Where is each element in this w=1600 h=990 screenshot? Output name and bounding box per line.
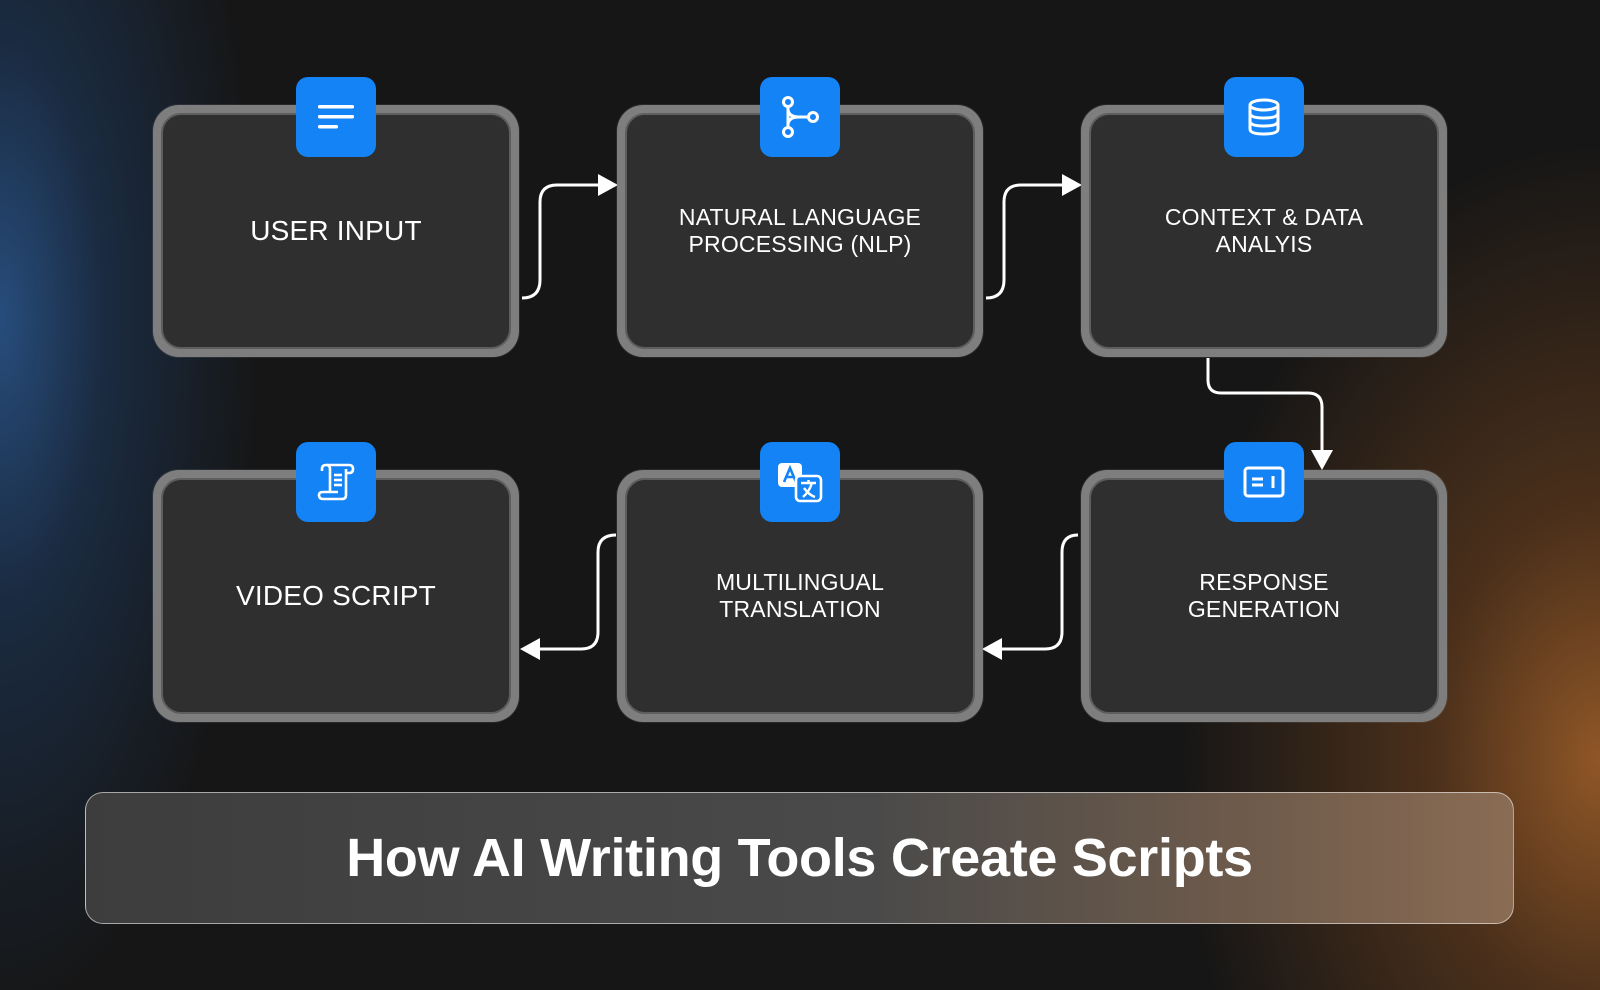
text-box-icon [1224,442,1304,522]
step-label: RESPONSE GENERATION [1187,569,1341,622]
scroll-document-icon [296,442,376,522]
translate-icon [760,442,840,522]
arrowhead-input-to-nlp [598,174,618,196]
arrow-input-to-nlp [521,183,600,300]
page-title: How AI Writing Tools Create Scripts [346,828,1253,888]
step-label: VIDEO SCRIPT [236,580,436,611]
arrow-translation-to-video [538,533,617,651]
step-label: CONTEXT & DATA ANALYIS [1164,204,1364,257]
arrowhead-nlp-to-context [1062,174,1082,196]
nodes-network-icon [760,77,840,157]
arrowhead-context-to-response [1311,450,1333,470]
arrowhead-translation-to-video [520,638,540,660]
arrow-nlp-to-context [985,183,1064,300]
step-label: NATURAL LANGUAGE PROCESSING (NLP) [678,204,922,257]
database-icon [1224,77,1304,157]
step-label: USER INPUT [250,215,422,246]
title-banner: How AI Writing Tools Create Scripts [85,792,1514,924]
arrow-context-to-response [1206,358,1324,452]
arrow-response-to-translation [1000,533,1079,651]
step-label: MULTILINGUAL TRANSLATION [715,569,885,622]
text-lines-icon [296,77,376,157]
arrowhead-response-to-translation [982,638,1002,660]
